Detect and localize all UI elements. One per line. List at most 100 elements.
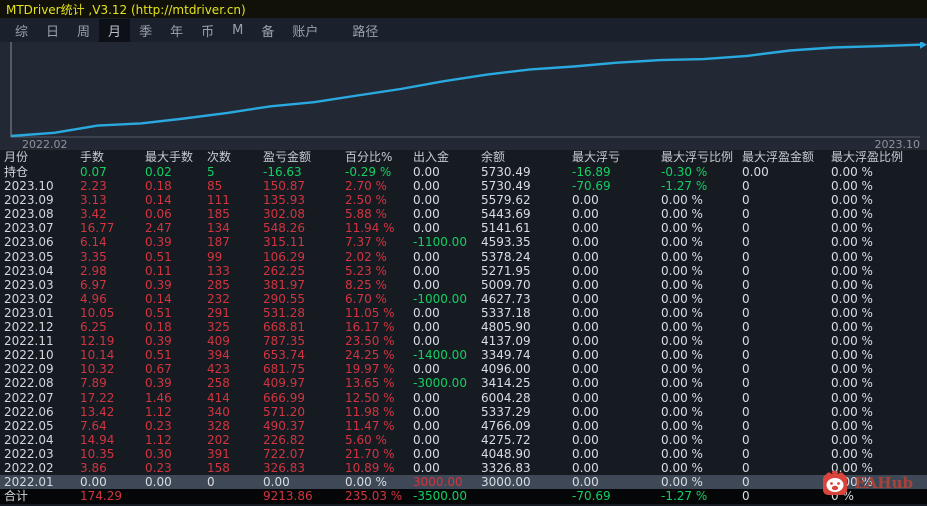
table-row[interactable]: 2023.10 2.23 0.18 85 150.87 2.70 % 0.00 5730.49… xyxy=(0,179,927,193)
menu-item-6[interactable]: 币 xyxy=(192,19,223,42)
table-cell: 0.00 xyxy=(145,475,172,490)
table-header-row: 月份 手数 最大手数 次数 盈亏金额 百分比% 出入金 余额 最大浮亏 最大浮亏比例 最大浮盈金额 最… xyxy=(0,150,927,165)
table-cell: 0.00 xyxy=(572,446,599,461)
equity-line xyxy=(10,43,921,138)
table-row[interactable]: 2023.03 6.97 0.39 285 381.97 8.25 % 0.00 5009.7… xyxy=(0,278,927,292)
row-month-label: 2023.08 xyxy=(4,207,54,222)
table-row[interactable]: 2023.01 10.05 0.51 291 531.28 11.05 % 0.00 5337… xyxy=(0,306,927,320)
table-cell: 10.35 xyxy=(80,446,115,461)
menu-item-5[interactable]: 年 xyxy=(161,19,192,42)
table-cell: 0.00 % xyxy=(831,291,873,306)
table-cell: 0.00 % xyxy=(661,221,703,236)
table-row[interactable]: 2022.12 6.25 0.18 325 668.81 16.17 % 0.00 4805.… xyxy=(0,320,927,334)
table-cell: 6.14 xyxy=(80,235,107,250)
table-row[interactable]: 2022.03 10.35 0.30 391 722.07 21.70 % 0.00 4048… xyxy=(0,447,927,461)
table-cell: 0.11 xyxy=(145,263,172,278)
table-cell xyxy=(145,489,207,504)
table-cell: 0.00 xyxy=(413,432,440,447)
line-end-arrow-icon xyxy=(920,42,927,49)
table-cell: 0.00 % xyxy=(661,334,703,349)
table-cell: 4766.09 xyxy=(481,418,531,433)
column-header: 手数 xyxy=(80,150,105,164)
menu-item-2[interactable]: 周 xyxy=(68,19,99,42)
table-row[interactable]: 2023.07 16.77 2.47 134 548.26 11.94 % 0.00 5141… xyxy=(0,221,927,235)
table-row[interactable]: 2022.04 14.94 1.12 202 226.82 5.60 % 0.00 4275.… xyxy=(0,433,927,447)
table-row[interactable]: 持仓 0.07 0.02 5 -16.63 -0.29 % 0.00 5730.49 -16.8… xyxy=(0,165,927,179)
table-cell: 17.22 xyxy=(80,390,115,405)
table-cell: 11.47 % xyxy=(345,418,395,433)
table-cell: 0.18 xyxy=(145,320,172,335)
table-cell: 0.14 xyxy=(145,193,172,208)
table-cell: 0.00 % xyxy=(661,249,703,264)
table-cell: 11.05 % xyxy=(345,305,395,320)
menu-item-0[interactable]: 综 xyxy=(6,19,37,42)
table-cell: 21.70 % xyxy=(345,446,395,461)
table-row[interactable]: 2023.09 3.13 0.14 111 135.93 2.50 % 0.00 5579.6… xyxy=(0,193,927,207)
table-cell: 0.00 xyxy=(413,193,440,208)
table-cell: 0.00 xyxy=(572,432,599,447)
menu-item-8[interactable]: 备 xyxy=(252,19,283,42)
row-month-label: 2023.04 xyxy=(4,263,54,278)
table-row[interactable]: 2023.04 2.98 0.11 133 262.25 5.23 % 0.00 5271.9… xyxy=(0,264,927,278)
menu-item-7[interactable]: M xyxy=(223,21,252,40)
table-row[interactable]: 2023.02 4.96 0.14 232 290.55 6.70 % -1000.00 46… xyxy=(0,292,927,306)
table-cell: 2.02 % xyxy=(345,249,387,264)
menu-item-3[interactable]: 月 xyxy=(99,18,131,42)
table-cell: 0.00 xyxy=(742,165,769,179)
table-row[interactable]: 2022.05 7.64 0.23 328 490.37 11.47 % 0.00 4766.… xyxy=(0,419,927,433)
menu-item-path[interactable]: 路径 xyxy=(343,19,387,42)
table-cell: 0 xyxy=(742,320,750,335)
table-row[interactable]: 2023.08 3.42 0.06 185 302.08 5.88 % 0.00 5443.6… xyxy=(0,207,927,221)
column-header: 盈亏金额 xyxy=(263,150,312,164)
watermark-label: EAHub xyxy=(854,474,913,492)
row-month-label: 2022.10 xyxy=(4,348,54,363)
table-cell: 10.14 xyxy=(80,348,115,363)
table-cell: 0.00 % xyxy=(661,376,703,391)
row-month-label: 2023.01 xyxy=(4,305,54,320)
table-row[interactable]: 2022.02 3.86 0.23 158 326.83 10.89 % 0.00 3326.… xyxy=(0,461,927,475)
table-row[interactable]: 2023.06 6.14 0.39 187 315.11 7.37 % -1100.00 45… xyxy=(0,235,927,249)
table-cell: 0.00 % xyxy=(661,362,703,377)
table-row[interactable]: 2022.01 0.00 0.00 0 0.00 0.00 % 3000.00 3000.00… xyxy=(0,475,927,490)
table-row[interactable]: 2022.09 10.32 0.67 423 681.75 19.97 % 0.00 4096… xyxy=(0,362,927,376)
table-cell: 2.47 xyxy=(145,221,172,236)
table-cell: 0.00 % xyxy=(661,291,703,306)
table-cell: 391 xyxy=(207,446,230,461)
table-cell: 19.97 % xyxy=(345,362,395,377)
table-total-row[interactable]: 合计 174.29 9213.86 235.03 % -3500.00 -70.69 -1.… xyxy=(0,489,927,505)
table-cell: 0.00 xyxy=(572,263,599,278)
table-cell: 5378.24 xyxy=(481,249,531,264)
table-row[interactable]: 2022.06 13.42 1.12 340 571.20 11.98 % 0.00 5337… xyxy=(0,405,927,419)
table-cell: 23.50 % xyxy=(345,334,395,349)
table-cell: 0.00 xyxy=(572,460,599,475)
table-cell: 0.00 xyxy=(572,334,599,349)
table-cell: 326.83 xyxy=(263,460,305,475)
table-row[interactable]: 2022.11 12.19 0.39 409 787.35 23.50 % 0.00 4137… xyxy=(0,334,927,348)
table-cell: 722.07 xyxy=(263,446,305,461)
row-month-label: 2022.04 xyxy=(4,432,54,447)
table-cell: 0.18 xyxy=(145,179,172,194)
table-row[interactable]: 2022.07 17.22 1.46 414 666.99 12.50 % 0.00 6004… xyxy=(0,391,927,405)
column-header: 次数 xyxy=(207,150,232,164)
table-row[interactable]: 2022.08 7.89 0.39 258 409.97 13.65 % -3000.00 3… xyxy=(0,376,927,390)
table-cell: 0 xyxy=(742,235,750,250)
table-cell: 6.25 xyxy=(80,320,107,335)
table-cell: 0.00 % xyxy=(661,418,703,433)
table-cell: 0.07 xyxy=(80,165,107,179)
table-row[interactable]: 2023.05 3.35 0.51 99 106.29 2.02 % 0.00 5378.24… xyxy=(0,250,927,264)
table-cell: 3349.74 xyxy=(481,348,531,363)
table-cell: 0.00 xyxy=(413,418,440,433)
menu-item-9[interactable]: 账户 xyxy=(283,19,327,42)
table-cell: 0.00 % xyxy=(831,376,873,391)
table-cell: 325 xyxy=(207,320,230,335)
table-cell: 0.00 xyxy=(572,376,599,391)
menu-item-1[interactable]: 日 xyxy=(37,19,68,42)
table-cell: 0.00 % xyxy=(831,221,873,236)
menu-item-4[interactable]: 季 xyxy=(130,19,161,42)
table-cell: 0.00 xyxy=(263,475,290,490)
table-row[interactable]: 2022.10 10.14 0.51 394 653.74 24.25 % -1400.00… xyxy=(0,348,927,362)
table-cell: 0.00 % xyxy=(661,446,703,461)
table-cell: 0.39 xyxy=(145,334,172,349)
table-cell: 4048.90 xyxy=(481,446,531,461)
table-cell: 0.00 xyxy=(572,249,599,264)
